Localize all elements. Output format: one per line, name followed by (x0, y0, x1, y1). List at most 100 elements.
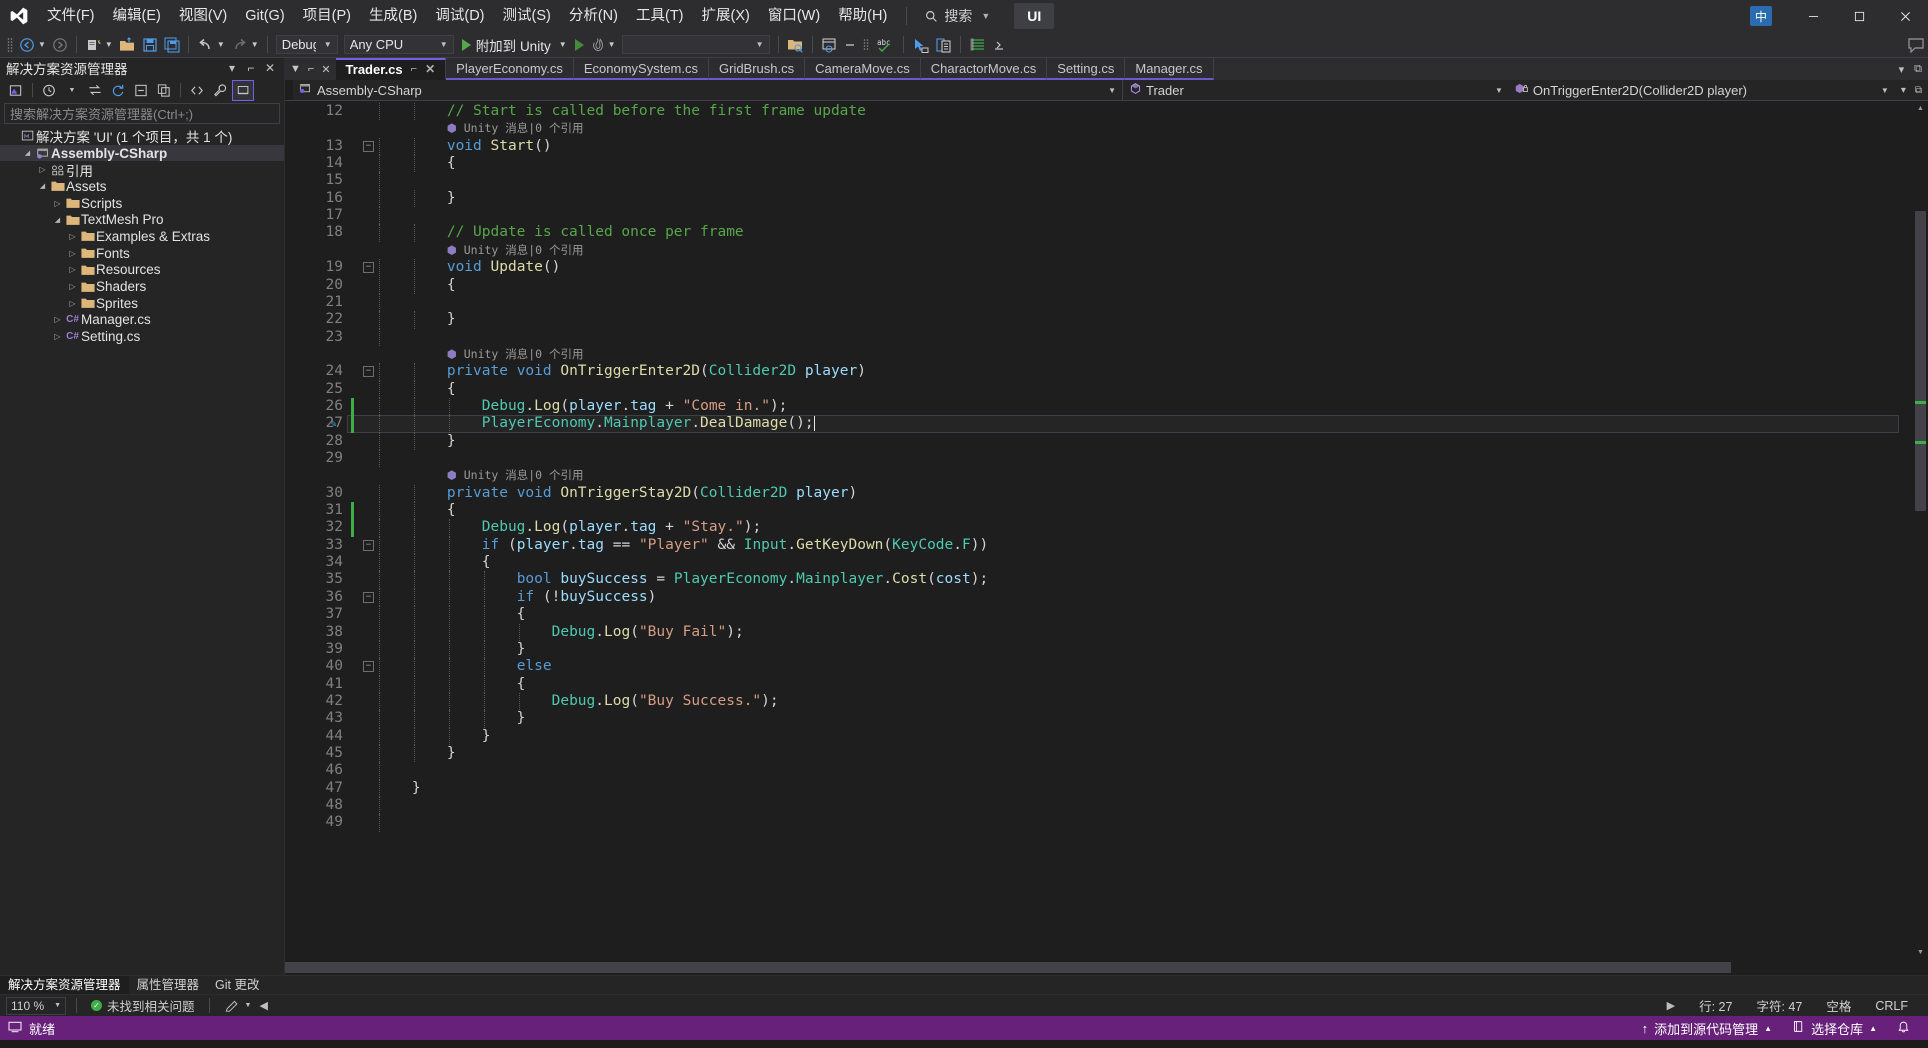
scroll-up-arrow-icon[interactable]: ▲ (1913, 101, 1928, 116)
undo-button[interactable]: ▼ (194, 33, 228, 57)
scrollbar-thumb[interactable] (1915, 211, 1926, 511)
code-line[interactable]: 26 Debug.Log(player.tag + "Come in."); (285, 397, 1913, 416)
navbar-member-selector[interactable]: Trader ▼ (1123, 80, 1509, 100)
open-file-button[interactable] (116, 33, 139, 57)
clipboard-button[interactable] (932, 33, 955, 57)
tree-item[interactable]: ◢ Assembly-CSharp (0, 144, 284, 162)
select-tool-button[interactable] (909, 33, 932, 57)
code-line[interactable]: 47 } (285, 779, 1913, 797)
code-lens-row[interactable]: ⬢ Unity 消息|0 个引用 (285, 467, 1913, 484)
code-lens-label[interactable]: ⬢ Unity 消息|0 个引用 (447, 120, 584, 137)
view-code-icon[interactable] (186, 80, 208, 101)
hot-reload-button[interactable]: ▼ (587, 33, 619, 57)
code-line[interactable]: 42 Debug.Log("Buy Success."); (285, 692, 1913, 711)
pending-changes-dropdown-icon[interactable]: ▼ (61, 80, 83, 101)
feedback-button[interactable] (1904, 33, 1928, 57)
toolbar-overflow-button[interactable] (990, 33, 1008, 57)
code-lens-row[interactable]: ⬢ Unity 消息|0 个引用 (285, 346, 1913, 363)
tree-collapsed-icon[interactable]: ▷ (66, 265, 79, 274)
new-project-button[interactable]: ▼ (82, 33, 116, 57)
menu-test[interactable]: 测试(S) (494, 0, 560, 32)
navigate-forward-button[interactable] (49, 33, 71, 57)
code-line[interactable]: 48 (285, 797, 1913, 815)
code-line[interactable]: 22 } (285, 311, 1913, 329)
tab-close-icon[interactable]: ✕ (321, 63, 330, 76)
code-lens-row[interactable]: ⬢ Unity 消息|0 个引用 (285, 120, 1913, 137)
tree-collapsed-icon[interactable]: ▷ (51, 199, 64, 208)
menu-window[interactable]: 窗口(W) (759, 0, 829, 32)
save-button[interactable] (139, 33, 161, 57)
menu-help[interactable]: 帮助(H) (829, 0, 896, 32)
scroll-down-arrow-icon[interactable]: ▼ (1913, 945, 1928, 960)
menu-file[interactable]: 文件(F) (38, 0, 104, 32)
document-tab[interactable]: CharactorMove.cs (920, 58, 1048, 80)
back-dropdown-icon[interactable]: ▼ (38, 40, 46, 49)
chevron-down-icon[interactable]: ▼ (981, 11, 990, 21)
tree-expanded-icon[interactable]: ◢ (21, 149, 34, 157)
dock-tab[interactable]: 属性管理器 (129, 976, 208, 995)
code-line[interactable]: 16 } (285, 189, 1913, 208)
document-tab[interactable]: PlayerEconomy.cs (446, 58, 574, 80)
code-line[interactable]: 34 { (285, 554, 1913, 572)
document-tab[interactable]: GridBrush.cs (709, 58, 806, 80)
line-ending[interactable]: CRLF (1863, 999, 1920, 1013)
select-repository-button[interactable]: 选择仓库 ▲ (1782, 1016, 1887, 1040)
menu-extensions[interactable]: 扩展(X) (693, 0, 759, 32)
tab-list-dropdown-icon[interactable]: ▼ (290, 63, 301, 75)
navbar-method-selector[interactable]: OnTriggerEnter2D(Collider2D player) ▼ (1509, 80, 1895, 100)
collapse-all-icon[interactable] (130, 80, 152, 101)
insert-mode[interactable]: 空格 (1814, 996, 1863, 1015)
menu-edit[interactable]: 编辑(E) (104, 0, 170, 32)
menu-project[interactable]: 项目(P) (294, 0, 360, 32)
solution-name-chip[interactable]: UI (1014, 3, 1055, 29)
solution-explorer-search-input[interactable]: 搜索解决方案资源管理器(Ctrl+;) (4, 103, 280, 124)
code-line[interactable]: 43 } (285, 710, 1913, 728)
undo-dropdown-icon[interactable]: ▼ (217, 40, 225, 49)
tree-collapsed-icon[interactable]: ▷ (36, 165, 49, 174)
dock-tab[interactable]: Git 更改 (207, 976, 267, 995)
fold-toggle-icon[interactable]: − (363, 366, 374, 378)
tree-item[interactable]: ◢ Assets (0, 178, 284, 195)
close-button[interactable] (1882, 0, 1928, 32)
solution-platform-combo[interactable]: Any CPU ▼ (343, 35, 454, 54)
code-line[interactable]: 41 { (285, 675, 1913, 693)
status-back-icon[interactable]: ▶ (1655, 999, 1687, 1012)
tree-item[interactable]: ▷ 引用 (0, 161, 284, 179)
notifications-button[interactable] (1887, 1016, 1920, 1040)
code-line[interactable]: 35 bool buySuccess = PlayerEconomy.Mainp… (285, 571, 1913, 589)
code-line[interactable]: 49 (285, 814, 1913, 832)
add-to-source-control-button[interactable]: ↑ 添加到源代码管理 ▲ (1632, 1016, 1782, 1040)
issues-indicator[interactable]: ✓ 未找到相关问题 (87, 996, 199, 1015)
navbar-project-selector[interactable]: Assembly-CSharp ▼ (293, 80, 1123, 100)
code-line[interactable]: 21 (285, 293, 1913, 312)
navbar-maximize-icon[interactable]: ⧉ (1915, 85, 1922, 96)
hot-reload-chevron-icon[interactable]: ▼ (608, 40, 616, 49)
menu-build[interactable]: 生成(B) (360, 0, 426, 32)
fold-toggle-icon[interactable]: − (363, 661, 374, 673)
tree-item[interactable]: ⋈ 解决方案 'UI' (1 个项目，共 1 个) (0, 128, 284, 145)
panel-dropdown-icon[interactable]: ▾ (224, 61, 240, 75)
attach-to-unity-button[interactable]: 附加到 Unity ▼ (457, 33, 572, 57)
spell-check-button[interactable]: abc (872, 33, 898, 57)
tree-expanded-icon[interactable]: ◢ (36, 182, 49, 190)
vertical-scrollbar[interactable]: ▲ ▼ (1913, 101, 1928, 960)
code-line[interactable]: 32 Debug.Log(player.tag + "Stay."); (285, 519, 1913, 537)
code-lens-label[interactable]: ⬢ Unity 消息|0 个引用 (447, 467, 584, 484)
code-line[interactable]: 25 { (285, 380, 1913, 398)
code-line[interactable]: 15 (285, 172, 1913, 190)
code-line[interactable]: 14 { (285, 155, 1913, 173)
code-line[interactable]: 18 // Update is called once per frame (285, 224, 1913, 242)
code-line[interactable]: 12 // Start is called before the first f… (285, 103, 1913, 121)
show-all-files-icon[interactable] (153, 80, 175, 101)
maximize-button[interactable] (1836, 0, 1882, 32)
preview-changes-button[interactable] (818, 33, 841, 57)
tabstrip-restore-icon[interactable]: ⧉ (1914, 63, 1922, 76)
code-line[interactable]: 31 { (285, 502, 1913, 520)
global-search-box[interactable]: 搜索 ▼ (917, 4, 998, 28)
solution-explorer-search-button[interactable] (784, 33, 807, 57)
properties-window-button[interactable] (966, 33, 990, 57)
code-line[interactable]: 38 Debug.Log("Buy Fail"); (285, 623, 1913, 641)
tree-item[interactable]: ▷ Shaders (0, 278, 284, 295)
code-line[interactable]: 29 (285, 450, 1913, 468)
process-target-combo[interactable]: ▼ (621, 35, 770, 54)
